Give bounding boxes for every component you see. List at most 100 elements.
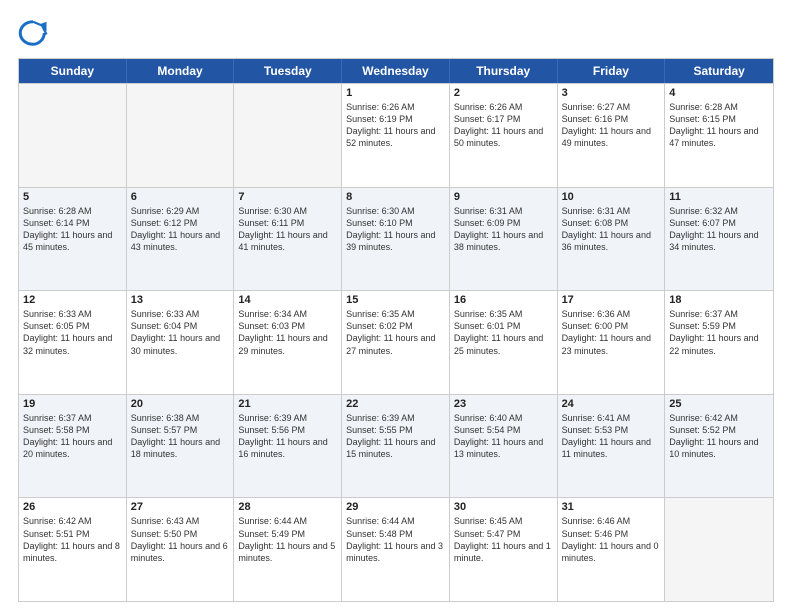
cell-info: Sunrise: 6:31 AM Sunset: 6:08 PM Dayligh… <box>562 205 661 254</box>
weekday-header-friday: Friday <box>558 59 666 83</box>
calendar-cell-28: 28 Sunrise: 6:44 AM Sunset: 5:49 PM Dayli… <box>234 498 342 601</box>
day-number: 19 <box>23 398 122 410</box>
day-number: 16 <box>454 294 553 306</box>
calendar-row-2: 12 Sunrise: 6:33 AM Sunset: 6:05 PM Dayli… <box>19 290 773 394</box>
cell-info: Sunrise: 6:39 AM Sunset: 5:56 PM Dayligh… <box>238 412 337 461</box>
cell-info: Sunrise: 6:28 AM Sunset: 6:15 PM Dayligh… <box>669 101 769 150</box>
calendar-body: 1 Sunrise: 6:26 AM Sunset: 6:19 PM Daylig… <box>19 83 773 601</box>
cell-info: Sunrise: 6:35 AM Sunset: 6:02 PM Dayligh… <box>346 308 445 357</box>
day-number: 1 <box>346 87 445 99</box>
calendar-row-4: 26 Sunrise: 6:42 AM Sunset: 5:51 PM Dayli… <box>19 497 773 601</box>
calendar-cell-11: 11 Sunrise: 6:32 AM Sunset: 6:07 PM Dayli… <box>665 188 773 291</box>
cell-info: Sunrise: 6:33 AM Sunset: 6:04 PM Dayligh… <box>131 308 230 357</box>
day-number: 12 <box>23 294 122 306</box>
cell-info: Sunrise: 6:43 AM Sunset: 5:50 PM Dayligh… <box>131 515 230 564</box>
logo <box>18 18 52 48</box>
calendar: SundayMondayTuesdayWednesdayThursdayFrid… <box>18 58 774 602</box>
calendar-cell-7: 7 Sunrise: 6:30 AM Sunset: 6:11 PM Daylig… <box>234 188 342 291</box>
calendar-cell-16: 16 Sunrise: 6:35 AM Sunset: 6:01 PM Dayli… <box>450 291 558 394</box>
day-number: 25 <box>669 398 769 410</box>
cell-info: Sunrise: 6:29 AM Sunset: 6:12 PM Dayligh… <box>131 205 230 254</box>
day-number: 17 <box>562 294 661 306</box>
day-number: 31 <box>562 501 661 513</box>
day-number: 18 <box>669 294 769 306</box>
cell-info: Sunrise: 6:26 AM Sunset: 6:19 PM Dayligh… <box>346 101 445 150</box>
day-number: 28 <box>238 501 337 513</box>
calendar-cell-6: 6 Sunrise: 6:29 AM Sunset: 6:12 PM Daylig… <box>127 188 235 291</box>
header <box>18 18 774 48</box>
weekday-header-tuesday: Tuesday <box>234 59 342 83</box>
calendar-cell-13: 13 Sunrise: 6:33 AM Sunset: 6:04 PM Dayli… <box>127 291 235 394</box>
cell-info: Sunrise: 6:30 AM Sunset: 6:10 PM Dayligh… <box>346 205 445 254</box>
cell-info: Sunrise: 6:44 AM Sunset: 5:48 PM Dayligh… <box>346 515 445 564</box>
calendar-cell-10: 10 Sunrise: 6:31 AM Sunset: 6:08 PM Dayli… <box>558 188 666 291</box>
day-number: 10 <box>562 191 661 203</box>
cell-info: Sunrise: 6:31 AM Sunset: 6:09 PM Dayligh… <box>454 205 553 254</box>
day-number: 20 <box>131 398 230 410</box>
cell-info: Sunrise: 6:33 AM Sunset: 6:05 PM Dayligh… <box>23 308 122 357</box>
cell-info: Sunrise: 6:40 AM Sunset: 5:54 PM Dayligh… <box>454 412 553 461</box>
calendar-cell-27: 27 Sunrise: 6:43 AM Sunset: 5:50 PM Dayli… <box>127 498 235 601</box>
calendar-cell-21: 21 Sunrise: 6:39 AM Sunset: 5:56 PM Dayli… <box>234 395 342 498</box>
calendar-cell-20: 20 Sunrise: 6:38 AM Sunset: 5:57 PM Dayli… <box>127 395 235 498</box>
day-number: 21 <box>238 398 337 410</box>
calendar-cell-15: 15 Sunrise: 6:35 AM Sunset: 6:02 PM Dayli… <box>342 291 450 394</box>
day-number: 6 <box>131 191 230 203</box>
cell-info: Sunrise: 6:37 AM Sunset: 5:59 PM Dayligh… <box>669 308 769 357</box>
calendar-row-0: 1 Sunrise: 6:26 AM Sunset: 6:19 PM Daylig… <box>19 83 773 187</box>
calendar-cell-empty-2 <box>234 84 342 187</box>
cell-info: Sunrise: 6:28 AM Sunset: 6:14 PM Dayligh… <box>23 205 122 254</box>
weekday-header-saturday: Saturday <box>665 59 773 83</box>
calendar-cell-empty-6 <box>665 498 773 601</box>
day-number: 27 <box>131 501 230 513</box>
calendar-cell-2: 2Sunrise: 6:26 AM Sunset: 6:17 PM Daylig… <box>450 84 558 187</box>
day-number: 7 <box>238 191 337 203</box>
cell-info: Sunrise: 6:42 AM Sunset: 5:51 PM Dayligh… <box>23 515 122 564</box>
calendar-cell-17: 17Sunrise: 6:36 AM Sunset: 6:00 PM Dayli… <box>558 291 666 394</box>
calendar-cell-24: 24 Sunrise: 6:41 AM Sunset: 5:53 PM Dayli… <box>558 395 666 498</box>
calendar-cell-12: 12 Sunrise: 6:33 AM Sunset: 6:05 PM Dayli… <box>19 291 127 394</box>
weekday-header-monday: Monday <box>127 59 235 83</box>
day-number: 26 <box>23 501 122 513</box>
day-number: 13 <box>131 294 230 306</box>
cell-info: Sunrise: 6:37 AM Sunset: 5:58 PM Dayligh… <box>23 412 122 461</box>
calendar-cell-29: 29 Sunrise: 6:44 AM Sunset: 5:48 PM Dayli… <box>342 498 450 601</box>
cell-info: Sunrise: 6:30 AM Sunset: 6:11 PM Dayligh… <box>238 205 337 254</box>
cell-info: Sunrise: 6:38 AM Sunset: 5:57 PM Dayligh… <box>131 412 230 461</box>
day-number: 8 <box>346 191 445 203</box>
day-number: 23 <box>454 398 553 410</box>
cell-info: Sunrise: 6:35 AM Sunset: 6:01 PM Dayligh… <box>454 308 553 357</box>
cell-info: Sunrise: 6:44 AM Sunset: 5:49 PM Dayligh… <box>238 515 337 564</box>
weekday-header-sunday: Sunday <box>19 59 127 83</box>
calendar-cell-empty-0 <box>19 84 127 187</box>
day-number: 22 <box>346 398 445 410</box>
calendar-cell-31: 31Sunrise: 6:46 AM Sunset: 5:46 PM Dayli… <box>558 498 666 601</box>
day-number: 4 <box>669 87 769 99</box>
weekday-header-wednesday: Wednesday <box>342 59 450 83</box>
cell-info: Sunrise: 6:27 AM Sunset: 6:16 PM Dayligh… <box>562 101 661 150</box>
calendar-cell-30: 30 Sunrise: 6:45 AM Sunset: 5:47 PM Dayli… <box>450 498 558 601</box>
calendar-cell-19: 19 Sunrise: 6:37 AM Sunset: 5:58 PM Dayli… <box>19 395 127 498</box>
cell-info: Sunrise: 6:45 AM Sunset: 5:47 PM Dayligh… <box>454 515 553 564</box>
cell-info: Sunrise: 6:26 AM Sunset: 6:17 PM Dayligh… <box>454 101 553 150</box>
calendar-cell-1: 1 Sunrise: 6:26 AM Sunset: 6:19 PM Daylig… <box>342 84 450 187</box>
day-number: 24 <box>562 398 661 410</box>
calendar-cell-8: 8 Sunrise: 6:30 AM Sunset: 6:10 PM Daylig… <box>342 188 450 291</box>
day-number: 11 <box>669 191 769 203</box>
day-number: 9 <box>454 191 553 203</box>
day-number: 29 <box>346 501 445 513</box>
calendar-cell-empty-1 <box>127 84 235 187</box>
calendar-cell-5: 5Sunrise: 6:28 AM Sunset: 6:14 PM Daylig… <box>19 188 127 291</box>
calendar-row-1: 5Sunrise: 6:28 AM Sunset: 6:14 PM Daylig… <box>19 187 773 291</box>
day-number: 15 <box>346 294 445 306</box>
day-number: 30 <box>454 501 553 513</box>
cell-info: Sunrise: 6:41 AM Sunset: 5:53 PM Dayligh… <box>562 412 661 461</box>
cell-info: Sunrise: 6:39 AM Sunset: 5:55 PM Dayligh… <box>346 412 445 461</box>
calendar-cell-23: 23 Sunrise: 6:40 AM Sunset: 5:54 PM Dayli… <box>450 395 558 498</box>
calendar-cell-26: 26 Sunrise: 6:42 AM Sunset: 5:51 PM Dayli… <box>19 498 127 601</box>
calendar-cell-22: 22 Sunrise: 6:39 AM Sunset: 5:55 PM Dayli… <box>342 395 450 498</box>
cell-info: Sunrise: 6:32 AM Sunset: 6:07 PM Dayligh… <box>669 205 769 254</box>
calendar-cell-25: 25 Sunrise: 6:42 AM Sunset: 5:52 PM Dayli… <box>665 395 773 498</box>
calendar-header: SundayMondayTuesdayWednesdayThursdayFrid… <box>19 59 773 83</box>
cell-info: Sunrise: 6:42 AM Sunset: 5:52 PM Dayligh… <box>669 412 769 461</box>
